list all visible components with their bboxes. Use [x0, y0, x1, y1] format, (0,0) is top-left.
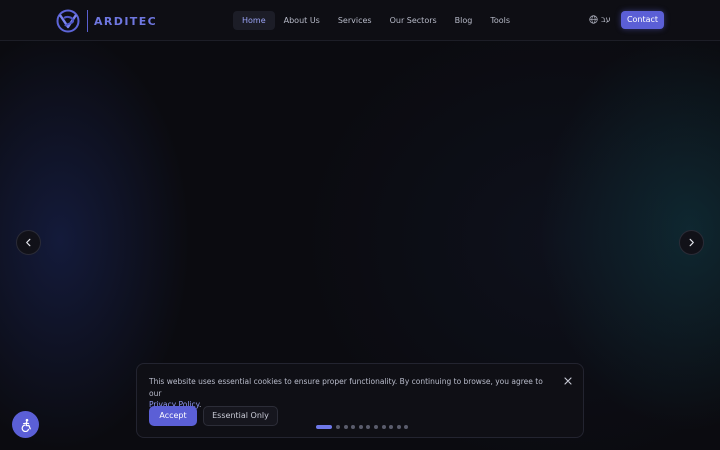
nav-item-services[interactable]: Services	[329, 11, 381, 30]
nav-item-about-us[interactable]: About Us	[275, 11, 329, 30]
carousel-dot[interactable]	[404, 425, 409, 429]
nav-item-our-sectors[interactable]: Our Sectors	[381, 11, 446, 30]
carousel-dot[interactable]	[358, 425, 363, 429]
contact-button[interactable]: Contact	[621, 11, 664, 29]
chevron-right-icon	[689, 238, 694, 247]
site-header: ARDITEC Home About Us Services Our Secto…	[0, 0, 720, 41]
accessibility-button[interactable]	[12, 411, 39, 438]
main-nav: Home About Us Services Our Sectors Blog …	[233, 11, 519, 30]
carousel-prev-button[interactable]	[16, 230, 41, 255]
carousel-dot[interactable]	[343, 425, 348, 429]
nav-item-blog[interactable]: Blog	[446, 11, 482, 30]
nav-item-home[interactable]: Home	[233, 11, 275, 30]
carousel-dot[interactable]	[389, 425, 394, 429]
carousel-dot[interactable]	[366, 425, 371, 429]
cookie-message-suffix: .	[199, 400, 202, 409]
carousel-dot-active[interactable]	[316, 425, 332, 429]
close-icon	[563, 376, 572, 385]
cookie-close-button[interactable]	[562, 375, 573, 386]
carousel-pagination	[316, 425, 412, 429]
logo-mark-icon	[56, 9, 80, 33]
logo-divider	[87, 10, 88, 32]
language-label: עב	[601, 15, 611, 24]
carousel-dot[interactable]	[373, 425, 378, 429]
carousel-next-button[interactable]	[679, 230, 704, 255]
carousel-dot[interactable]	[351, 425, 356, 429]
globe-icon	[589, 15, 598, 24]
carousel-dot[interactable]	[381, 425, 386, 429]
carousel-dot[interactable]	[396, 425, 401, 429]
essential-only-button[interactable]: Essential Only	[203, 406, 278, 426]
language-switcher[interactable]: עב	[589, 15, 611, 24]
accessibility-icon	[21, 418, 31, 432]
brand-name: ARDITEC	[94, 14, 158, 28]
cookie-message-text: This website uses essential cookies to e…	[149, 377, 543, 398]
chevron-left-icon	[26, 238, 31, 247]
logo[interactable]: ARDITEC	[55, 8, 157, 34]
nav-item-tools[interactable]: Tools	[481, 11, 519, 30]
accept-cookies-button[interactable]: Accept	[149, 406, 197, 426]
carousel-dot[interactable]	[336, 425, 340, 429]
